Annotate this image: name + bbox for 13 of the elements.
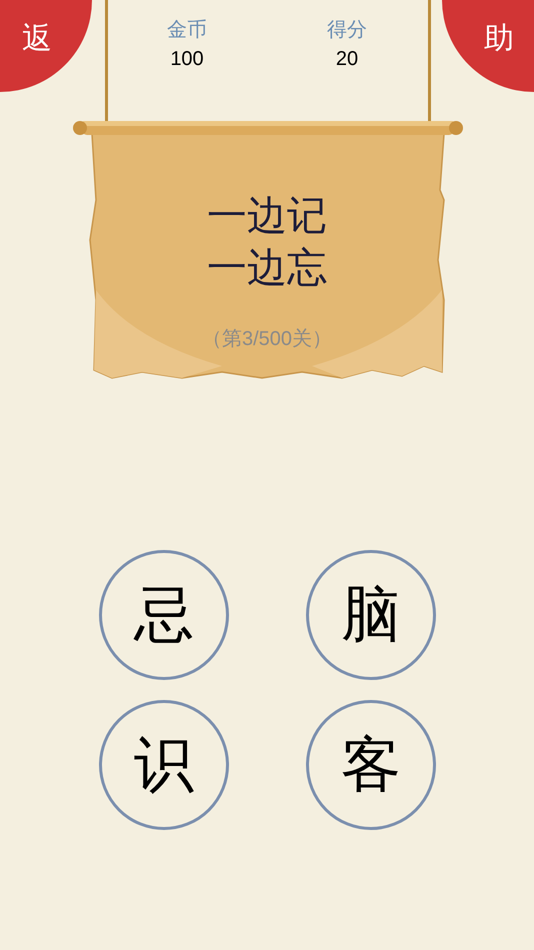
stat-value: 20: [336, 47, 358, 72]
riddle-line: 一边记: [207, 192, 327, 241]
character-choice-button[interactable]: 脑: [306, 550, 436, 680]
riddle-line: 一边忘: [207, 244, 327, 293]
help-button[interactable]: 助: [442, 0, 534, 92]
level-indicator: （第3/500关）: [202, 327, 332, 352]
character-choice-button[interactable]: 客: [306, 700, 436, 830]
stat-value: 100: [170, 47, 204, 72]
stat-label: 金币: [167, 16, 207, 42]
stat-label: 得分: [327, 16, 367, 42]
character-choice-button[interactable]: 识: [99, 700, 229, 830]
back-button[interactable]: 返: [0, 0, 92, 92]
character-choice-button[interactable]: 忌: [99, 550, 229, 680]
